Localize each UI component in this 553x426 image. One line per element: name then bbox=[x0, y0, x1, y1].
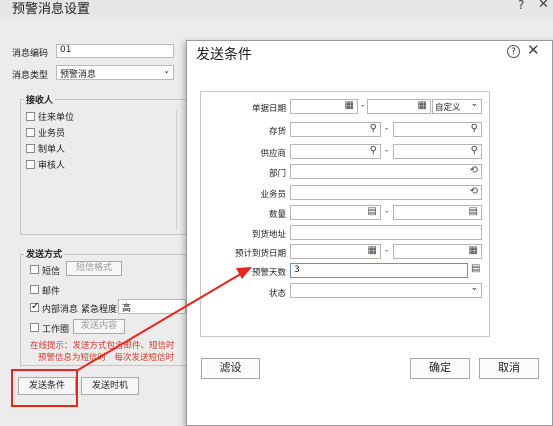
annotation-arrow-head bbox=[236, 267, 252, 279]
annotation-highlight-box bbox=[11, 369, 78, 407]
annotation-arrow-line bbox=[77, 271, 245, 371]
annotation-overlay bbox=[11, 267, 252, 407]
